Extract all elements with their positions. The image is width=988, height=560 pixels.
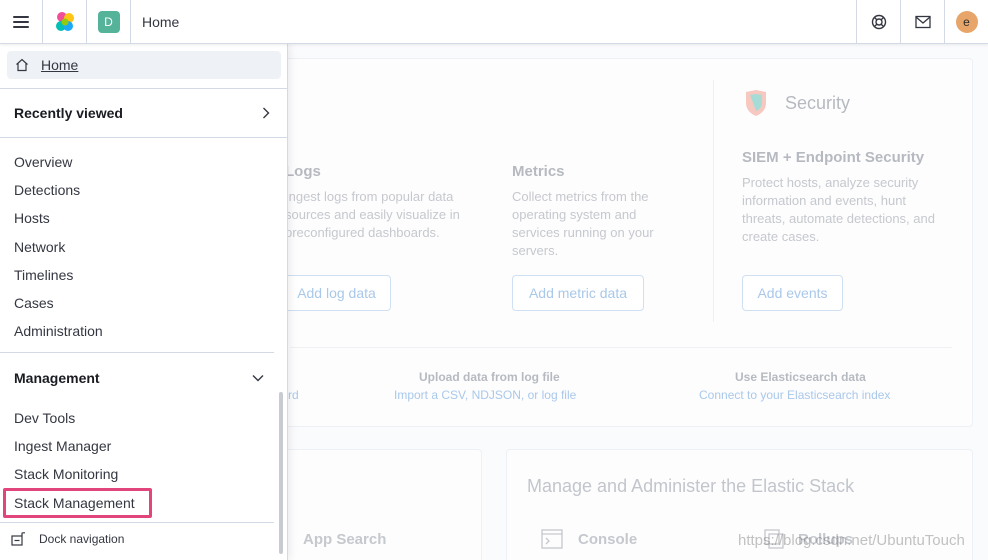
help-icon bbox=[871, 14, 886, 29]
user-avatar: e bbox=[955, 10, 978, 33]
metrics-description: Collect metrics from the operating syste… bbox=[512, 189, 654, 258]
user-menu-button[interactable]: e bbox=[944, 0, 988, 44]
security-description: Protect hosts, analyze security informat… bbox=[742, 175, 935, 244]
nav-item-ingest-manager[interactable]: Ingest Manager bbox=[14, 438, 111, 454]
row-divider bbox=[290, 347, 952, 348]
nav-home[interactable]: Home bbox=[7, 51, 281, 79]
space-avatar: D bbox=[97, 10, 120, 33]
security-shield-icon bbox=[746, 90, 766, 116]
nav-item-overview[interactable]: Overview bbox=[14, 154, 72, 170]
nav-item-administration[interactable]: Administration bbox=[14, 323, 103, 339]
nav-home-label: Home bbox=[41, 57, 79, 73]
add-events-button[interactable]: Add events bbox=[742, 275, 843, 311]
stack-management-highlight bbox=[3, 488, 152, 518]
es-data-title: Use Elasticsearch data bbox=[735, 370, 866, 384]
recently-viewed-label: Recently viewed bbox=[14, 105, 123, 121]
metrics-title: Metrics bbox=[512, 163, 565, 180]
add-metric-data-button[interactable]: Add metric data bbox=[512, 275, 644, 311]
nav-item-stack-monitoring[interactable]: Stack Monitoring bbox=[14, 466, 118, 482]
mail-icon bbox=[914, 15, 931, 28]
management-label: Management bbox=[14, 370, 100, 386]
menu-icon bbox=[13, 15, 29, 28]
dock-icon bbox=[11, 532, 25, 546]
watermark: https://blog.csdn.net/UbuntuTouch bbox=[738, 532, 965, 549]
nav-item-timelines[interactable]: Timelines bbox=[14, 267, 73, 283]
home-icon bbox=[16, 58, 28, 72]
elastic-logo-icon bbox=[55, 11, 74, 31]
chevron-right-icon bbox=[263, 107, 270, 119]
sample-data-link[interactable]: rd bbox=[288, 388, 299, 402]
console-label[interactable]: Console bbox=[578, 531, 637, 548]
help-button[interactable] bbox=[856, 0, 900, 44]
recently-viewed-toggle[interactable]: Recently viewed bbox=[0, 88, 288, 138]
side-nav-flyout: Home Recently viewed Overview Detections… bbox=[0, 44, 288, 560]
top-header: D Home e bbox=[0, 0, 988, 44]
elastic-logo[interactable] bbox=[43, 0, 87, 44]
nav-item-detections[interactable]: Detections bbox=[14, 182, 80, 198]
es-data-link[interactable]: Connect to your Elasticsearch index bbox=[699, 388, 890, 402]
nav-item-dev-tools[interactable]: Dev Tools bbox=[14, 410, 75, 426]
column-divider bbox=[713, 80, 714, 322]
menu-button[interactable] bbox=[0, 0, 43, 44]
dock-navigation-button[interactable]: Dock navigation bbox=[11, 532, 124, 546]
logs-title: Logs bbox=[285, 163, 321, 180]
dock-navigation-label: Dock navigation bbox=[39, 532, 125, 546]
console-icon bbox=[541, 529, 563, 549]
management-toggle[interactable]: Management bbox=[14, 370, 264, 386]
chevron-down-icon bbox=[252, 375, 264, 382]
security-title: SIEM + Endpoint Security bbox=[742, 149, 925, 166]
breadcrumb: Home bbox=[142, 13, 180, 30]
nav-divider bbox=[0, 352, 274, 353]
newsfeed-button[interactable] bbox=[900, 0, 944, 44]
nav-item-hosts[interactable]: Hosts bbox=[14, 210, 50, 226]
upload-link[interactable]: Import a CSV, NDJSON, or log file bbox=[394, 388, 576, 402]
nav-bottom-divider bbox=[0, 522, 274, 523]
add-log-data-button[interactable]: Add log data bbox=[282, 275, 391, 311]
nav-item-network[interactable]: Network bbox=[14, 239, 65, 255]
upload-title: Upload data from log file bbox=[419, 370, 560, 384]
security-heading: Security bbox=[785, 93, 851, 113]
nav-item-cases[interactable]: Cases bbox=[14, 295, 54, 311]
nav-scrollbar[interactable] bbox=[279, 392, 283, 554]
app-search-label[interactable]: App Search bbox=[303, 531, 386, 548]
space-selector[interactable]: D bbox=[87, 0, 131, 44]
logs-description: Ingest logs from popular data sources an… bbox=[285, 189, 460, 240]
manage-title: Manage and Administer the Elastic Stack bbox=[527, 476, 855, 496]
